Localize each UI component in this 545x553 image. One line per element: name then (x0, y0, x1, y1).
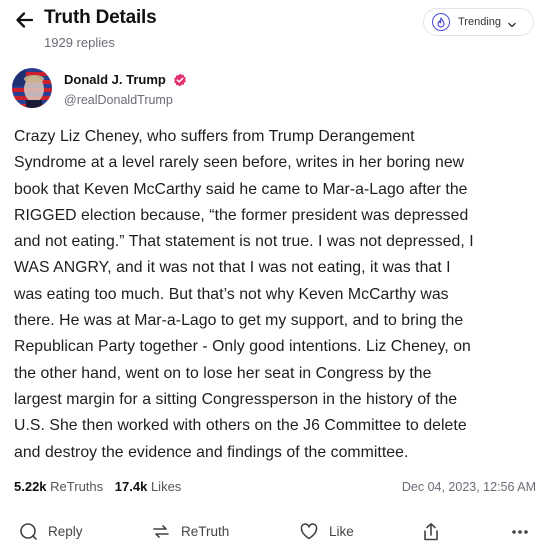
post-line: Crazy Liz Cheney, who suffers from Trump… (14, 128, 415, 145)
retruth-icon (153, 525, 169, 538)
back-arrow-icon[interactable] (14, 9, 36, 31)
post-stats: 5.22k ReTruths 17.4k Likes Dec 04, 2023,… (14, 479, 536, 497)
chevron-down-icon (507, 17, 517, 28)
post-line: WAS ANGRY, and it was not that I was not… (14, 259, 451, 277)
action-bar: Reply ReTruth Like (0, 514, 545, 553)
more-options-button[interactable] (510, 522, 540, 541)
share-button[interactable] (422, 522, 450, 542)
likes-count: 17.4k (114, 479, 148, 494)
retruth-button[interactable]: ReTruth (151, 522, 229, 541)
author-name[interactable]: Donald J. Trump (64, 72, 187, 88)
post-body: Crazy Liz Cheney, who suffers from Trump… (14, 124, 536, 466)
post-line: Syndrome at a level rarely seen before, … (14, 154, 465, 172)
post-line: and not eating.” That statement is not t… (14, 233, 474, 251)
trending-label: Trending (458, 16, 502, 28)
retruths-count: 5.22k (14, 479, 47, 494)
post-line: and destroy the evidence and findings of… (14, 443, 409, 461)
retruths-label: ReTruths (50, 479, 104, 494)
post-line: was eating too much. But that’s not why … (14, 285, 449, 303)
post-line: there. He was at Mar-a-Lago to get my su… (14, 312, 464, 330)
likes-label: Likes (150, 479, 182, 494)
reply-button[interactable]: Reply (19, 522, 83, 541)
post-author: Donald J. Trump @realDonaldTrump (12, 68, 532, 112)
retruth-label: ReTruth (181, 524, 230, 539)
flame-icon (432, 13, 450, 31)
post-line: book that Keven McCarthy said he came to… (14, 180, 468, 198)
like-label: Like (329, 524, 354, 539)
avatar[interactable] (12, 68, 52, 108)
reply-icon (20, 523, 37, 540)
reply-count: 1929 replies (44, 35, 115, 50)
ellipsis-icon (512, 530, 528, 534)
post-timestamp: Dec 04, 2023, 12:56 AM (401, 480, 536, 494)
post-line: Republican Party together - Only good in… (14, 338, 471, 356)
page-header: Truth Details 1929 replies Trending (0, 0, 545, 60)
like-button[interactable]: Like (299, 522, 354, 541)
reply-label: Reply (48, 524, 83, 539)
page-title: Truth Details (44, 7, 157, 28)
post-line: largest margin for a sitting Congressper… (14, 390, 458, 408)
retruths-stat[interactable]: 5.22k ReTruths (14, 479, 103, 494)
author-handle[interactable]: @realDonaldTrump (64, 93, 173, 107)
likes-stat[interactable]: 17.4k Likes (115, 479, 182, 494)
post-line: RIGGED election because, “the former pre… (14, 206, 469, 224)
post-line: the other hand, went on to lose her seat… (14, 364, 432, 382)
heart-icon (300, 523, 318, 540)
share-icon (424, 523, 438, 541)
trending-dropdown[interactable]: Trending (423, 8, 534, 36)
author-name-text: Donald J. Trump (64, 72, 166, 87)
post-line: U.S. She then worked with others on the … (14, 417, 467, 435)
verified-badge-icon (173, 73, 187, 87)
